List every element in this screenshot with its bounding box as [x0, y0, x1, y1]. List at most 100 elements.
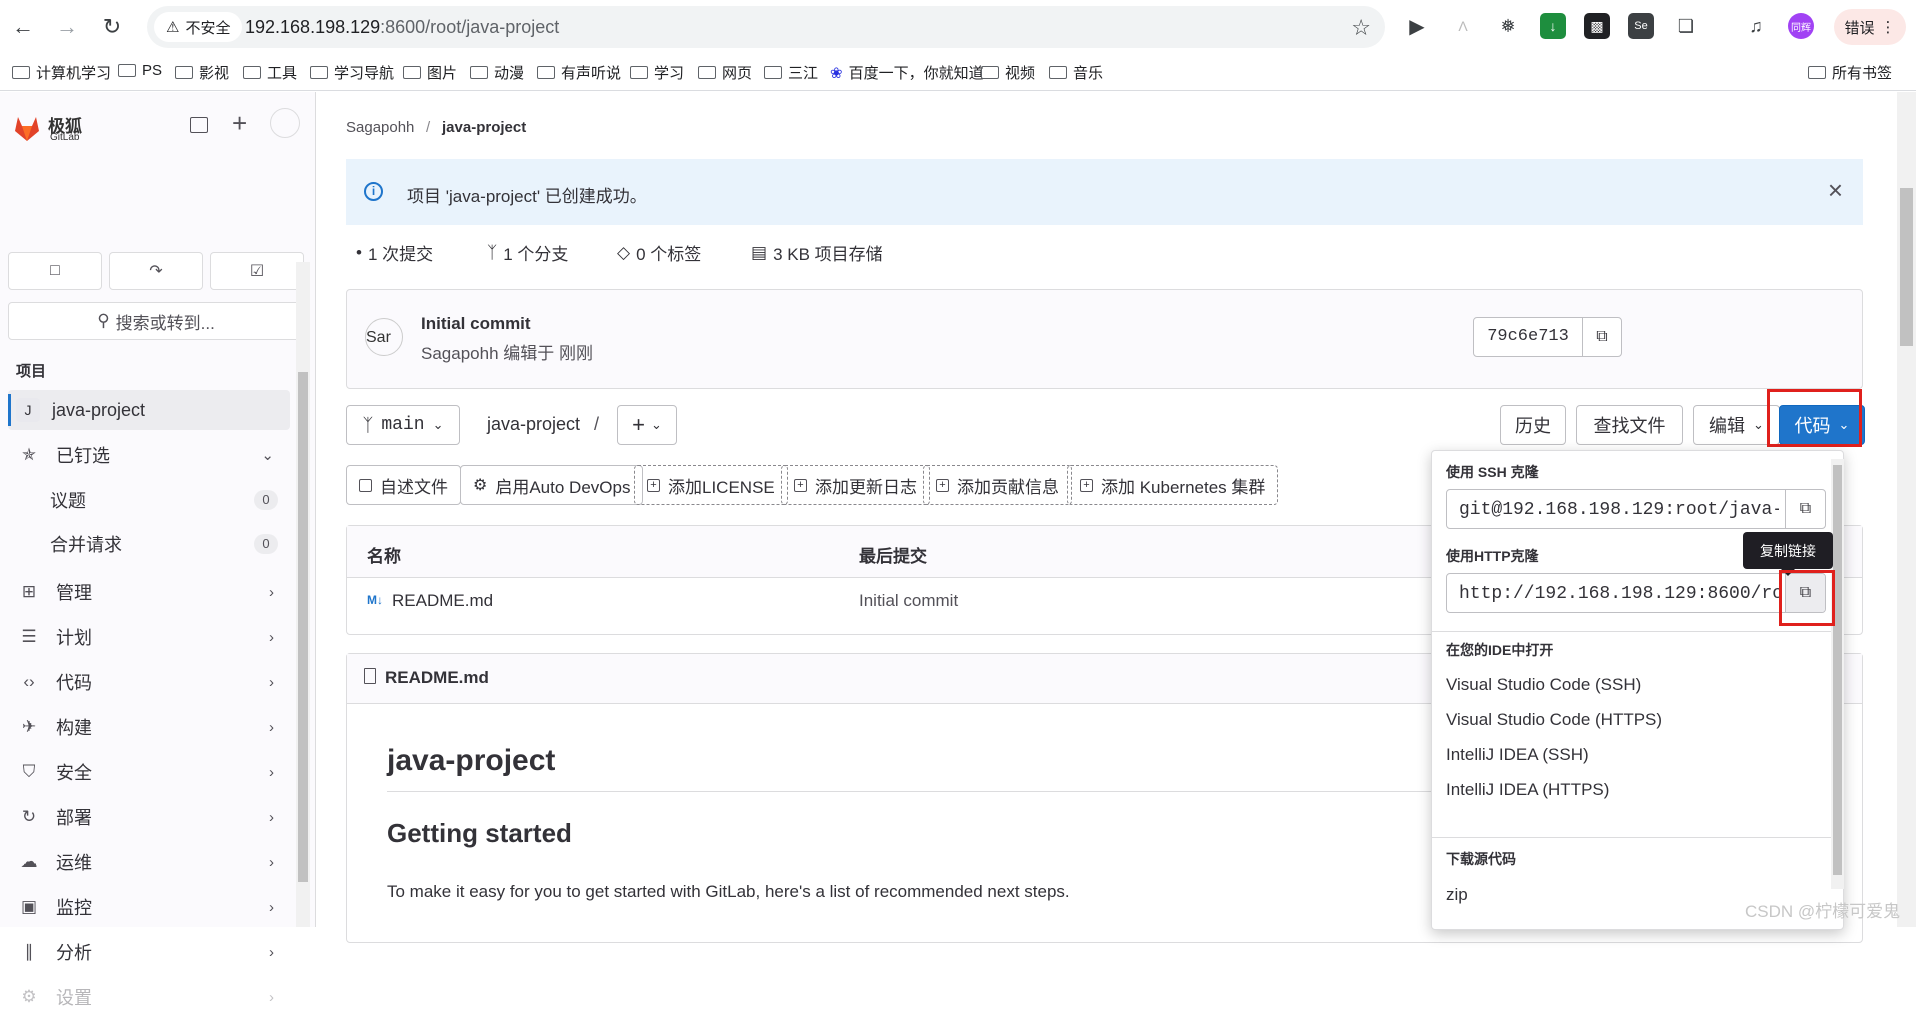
bookmark-item[interactable]: 计算机学习 [12, 62, 111, 83]
repo-path[interactable]: java-project [487, 414, 580, 435]
bookmark-item[interactable]: 影视 [175, 62, 229, 83]
sidebar-item-3[interactable]: ✈ 构建 › [8, 707, 290, 747]
stat-branches[interactable]: ᛉ1 个分支 [487, 240, 568, 265]
todos-tile-icon[interactable]: ☑ [210, 252, 304, 290]
dropdown-scrollbar[interactable] [1831, 459, 1844, 889]
bookmark-item[interactable]: 学习导航 [310, 62, 394, 83]
bookmark-star-icon[interactable]: ☆ [1351, 15, 1371, 41]
chevron-down-icon: ⌄ [261, 447, 274, 464]
bookmark-label: 音乐 [1073, 65, 1104, 82]
bookmark-label: 学习 [654, 65, 685, 82]
add-icon: + [1080, 478, 1093, 492]
chevron-down-icon: ⌄ [432, 417, 444, 432]
extension-a-icon[interactable]: Λ [1450, 13, 1476, 39]
issues-tile-icon[interactable]: □ [8, 252, 102, 290]
sidebar-item-8[interactable]: ∥ 分析 › [8, 932, 290, 972]
sidebar-item-project[interactable]: J java-project [8, 390, 290, 430]
sidebar-item-2[interactable]: ‹› 代码 › [8, 662, 290, 702]
download-extension-icon[interactable]: ↓ [1540, 13, 1566, 39]
quick-action-button[interactable]: + 添加贡献信息 [923, 465, 1072, 505]
scrollbar-thumb[interactable] [1833, 465, 1842, 875]
table-row[interactable]: Initial commit [859, 591, 958, 611]
bookmark-item[interactable]: 网页 [698, 62, 752, 83]
bookmark-item[interactable]: PS [118, 62, 162, 79]
history-button[interactable]: 历史 [1500, 405, 1566, 445]
find-file-button[interactable]: 查找文件 [1576, 405, 1683, 445]
commit-title[interactable]: Initial commit [421, 314, 531, 334]
sidebar-item-pinned-0[interactable]: 议题 0 [8, 480, 290, 520]
sidebar-item-6[interactable]: ☁ 运维 › [8, 842, 290, 882]
ide-option[interactable]: Visual Studio Code (HTTPS) [1446, 710, 1662, 730]
ssh-clone-field[interactable]: git@192.168.198.129:root/java-project.gi… [1446, 489, 1826, 529]
media-control-icon[interactable]: ♫ [1743, 13, 1769, 39]
stat-storage[interactable]: ▤ 3 KB 项目存储 [751, 240, 883, 265]
forward-icon[interactable]: → [50, 10, 84, 44]
extensions-puzzle-icon[interactable]: ❏ [1673, 13, 1699, 39]
selenium-extension-icon[interactable]: Se [1628, 13, 1654, 39]
readme-filename[interactable]: README.md [385, 668, 489, 688]
merge-requests-tile-icon[interactable]: ↷ [109, 252, 203, 290]
bookmark-item[interactable]: ❀ 百度一下，你就知道 [830, 62, 984, 83]
sidebar-item-0[interactable]: ⊞ 管理 › [8, 572, 290, 612]
build-icon: ✈ [21, 717, 37, 736]
quick-action-button[interactable]: + 添加 Kubernetes 集群 [1067, 465, 1279, 505]
quick-action-button[interactable]: + 添加LICENSE [634, 465, 788, 505]
bookmark-item[interactable]: 有声听说 [537, 62, 621, 83]
avatar[interactable] [270, 108, 300, 138]
sidebar-item-7[interactable]: ▣ 监控 › [8, 887, 290, 927]
extension-tiles-icon[interactable]: ▩ [1584, 13, 1610, 39]
sidebar-item-pinned[interactable]: ✯ 已钉选 ⌄ [8, 435, 290, 475]
ide-option[interactable]: IntelliJ IDEA (SSH) [1446, 745, 1589, 765]
quick-action-button[interactable]: ⚙ 启用Auto DevOps [460, 465, 644, 505]
extension-flower-icon[interactable]: ❅ [1495, 13, 1521, 39]
url-text[interactable]: 192.168.198.129:8600/root/java-project [245, 17, 559, 38]
address-bar[interactable]: ⚠ 不安全 192.168.198.129:8600/root/java-pro… [147, 6, 1385, 48]
page-scrollbar-thumb[interactable] [1900, 188, 1913, 346]
sidebar-item-5[interactable]: ↻ 部署 › [8, 797, 290, 837]
copy-ssh-icon[interactable]: ⧉ [1785, 490, 1825, 528]
quick-action-button[interactable]: 自述文件 [346, 465, 461, 505]
sidebar-item-label: 代码 [56, 673, 92, 693]
breadcrumb-project[interactable]: java-project [442, 119, 526, 136]
add-file-button[interactable]: + ⌄ [617, 405, 677, 445]
all-bookmarks[interactable]: 所有书签 [1808, 62, 1892, 83]
http-clone-field[interactable]: http://192.168.198.129:8600/root/java-pr… [1446, 573, 1826, 613]
sidebar-scrollbar[interactable] [296, 262, 310, 927]
search-input[interactable]: ⚲ 搜索或转到... [8, 302, 304, 340]
bookmark-item[interactable]: 工具 [243, 62, 297, 83]
bookmark-item[interactable]: 学习 [630, 62, 684, 83]
breadcrumb-owner[interactable]: Sagapohh [346, 119, 414, 136]
page-scrollbar-track[interactable] [1897, 92, 1916, 927]
sidebar-toggle-icon[interactable] [190, 117, 208, 133]
plus-icon[interactable]: + [232, 108, 247, 139]
gitlab-logo-icon[interactable] [12, 114, 42, 142]
reload-icon[interactable]: ↻ [95, 10, 129, 44]
bookmark-item[interactable]: 音乐 [1049, 62, 1103, 83]
close-icon[interactable]: × [1828, 175, 1843, 206]
branch-selector[interactable]: ᛉ main ⌄ [346, 405, 460, 445]
avatar[interactable]: 同辉 [1788, 13, 1814, 39]
commit-sha[interactable]: 79c6e713 [1473, 317, 1583, 357]
error-button[interactable]: 错误 ⋮ [1834, 9, 1906, 45]
stat-tags[interactable]: ◇ 0 个标签 [617, 240, 701, 265]
security-chip[interactable]: ⚠ 不安全 [154, 12, 243, 42]
sidebar-item-pinned-1[interactable]: 合并请求 0 [8, 524, 290, 564]
ide-option[interactable]: Visual Studio Code (SSH) [1446, 675, 1641, 695]
stat-commits[interactable]: • 1 次提交 [356, 240, 433, 265]
bookmark-item[interactable]: 三江 [764, 62, 818, 83]
play-extension-icon[interactable]: ▶ [1404, 13, 1430, 39]
quick-action-button[interactable]: + 添加更新日志 [781, 465, 930, 505]
bookmark-item[interactable]: 动漫 [470, 62, 524, 83]
download-zip[interactable]: zip [1446, 885, 1468, 905]
back-icon[interactable]: ← [6, 10, 40, 44]
sidebar-item-4[interactable]: ⛉ 安全 › [8, 752, 290, 792]
copy-sha-icon[interactable]: ⧉ [1582, 317, 1622, 357]
ide-option[interactable]: IntelliJ IDEA (HTTPS) [1446, 780, 1609, 800]
scrollbar-thumb[interactable] [298, 372, 308, 882]
sidebar-item-1[interactable]: ☰ 计划 › [8, 617, 290, 657]
bookmark-item[interactable]: 图片 [403, 62, 457, 83]
table-row[interactable]: README.md [392, 591, 493, 611]
bookmark-item[interactable]: 视频 [981, 62, 1035, 83]
divider [1432, 631, 1843, 632]
sidebar-item-9[interactable]: ⚙ 设置 › [8, 977, 290, 1017]
